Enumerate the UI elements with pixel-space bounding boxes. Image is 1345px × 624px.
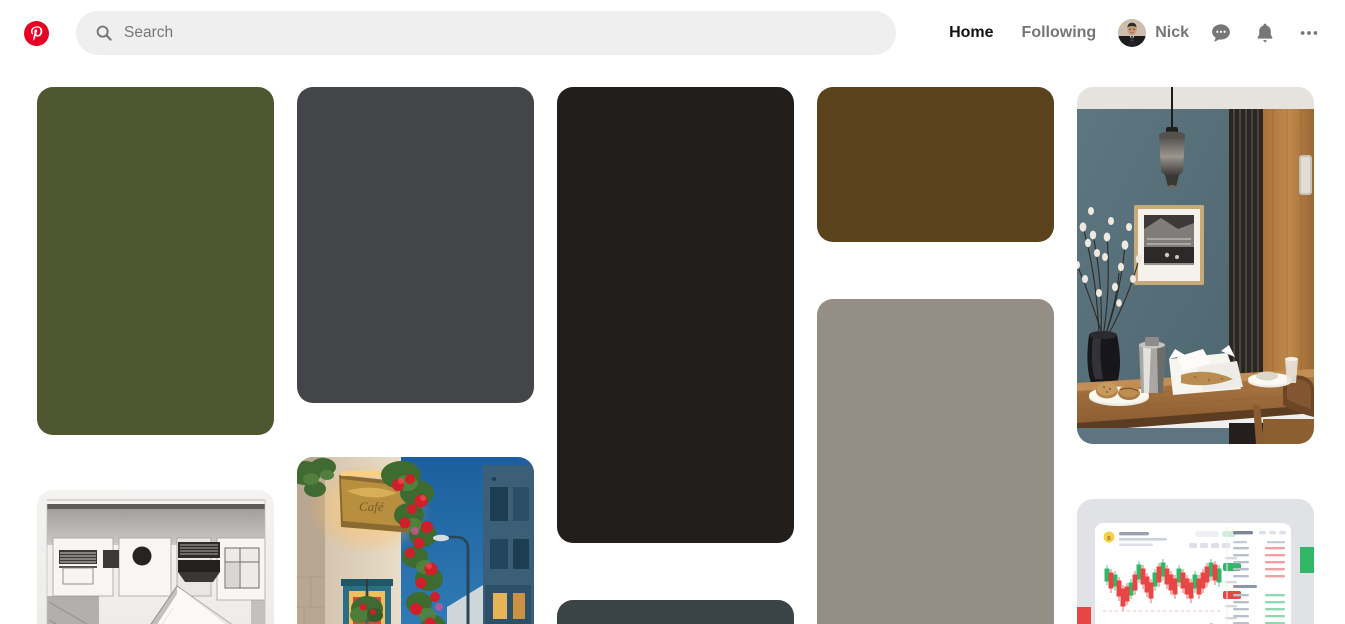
pin-grid: Café ฿	[0, 66, 1345, 624]
pin-street-scene-image: Café	[297, 457, 534, 624]
more-options-icon	[1300, 31, 1318, 35]
nav-tab-home[interactable]: Home	[935, 9, 1007, 57]
pin-architectural-sketch-image	[37, 490, 274, 624]
pin-brown-placeholder[interactable]	[817, 87, 1054, 242]
pin-street-scene-photo[interactable]: Café	[297, 457, 534, 624]
pin-crypto-dashboard-mockup[interactable]: ฿	[1077, 499, 1314, 624]
nav-actions: Home Following Nick	[935, 9, 1345, 57]
search-input[interactable]	[76, 11, 896, 55]
pin-near-black-placeholder-surface	[557, 87, 794, 543]
search-container	[76, 11, 896, 55]
pin-crypto-dashboard-image: ฿	[1077, 499, 1314, 624]
pin-olive-placeholder-surface	[37, 87, 274, 435]
pin-dining-room-interior[interactable]	[1077, 87, 1314, 444]
pin-dining-room-image	[1077, 87, 1314, 444]
more-options-button[interactable]	[1287, 11, 1331, 55]
svg-text:Café: Café	[359, 499, 385, 514]
pin-near-black-placeholder[interactable]	[557, 87, 794, 543]
nav-tab-following[interactable]: Following	[1008, 9, 1111, 57]
account-menu[interactable]: Nick	[1110, 9, 1199, 57]
pin-brown-placeholder-surface	[817, 87, 1054, 242]
pin-dark-gray-placeholder[interactable]	[297, 87, 534, 403]
notifications-button[interactable]	[1243, 11, 1287, 55]
avatar	[1118, 19, 1147, 47]
pin-slate-teal-placeholder-surface	[557, 600, 794, 624]
bell-icon	[1257, 23, 1273, 43]
pin-slate-teal-placeholder[interactable]	[557, 600, 794, 624]
pin-olive-placeholder[interactable]	[37, 87, 274, 435]
top-navigation-bar: Home Following	[0, 0, 1345, 66]
message-bubble-icon	[1212, 24, 1230, 42]
pinterest-logo-button[interactable]	[16, 13, 56, 53]
pin-dark-gray-placeholder-surface	[297, 87, 534, 403]
pin-architectural-sketch[interactable]	[37, 490, 274, 624]
svg-text:฿: ฿	[1107, 535, 1111, 542]
messages-button[interactable]	[1199, 11, 1243, 55]
pin-warm-gray-placeholder[interactable]	[817, 299, 1054, 624]
account-name-label: Nick	[1155, 24, 1189, 41]
pinterest-logo-icon	[23, 20, 49, 46]
pin-warm-gray-placeholder-surface	[817, 299, 1054, 624]
